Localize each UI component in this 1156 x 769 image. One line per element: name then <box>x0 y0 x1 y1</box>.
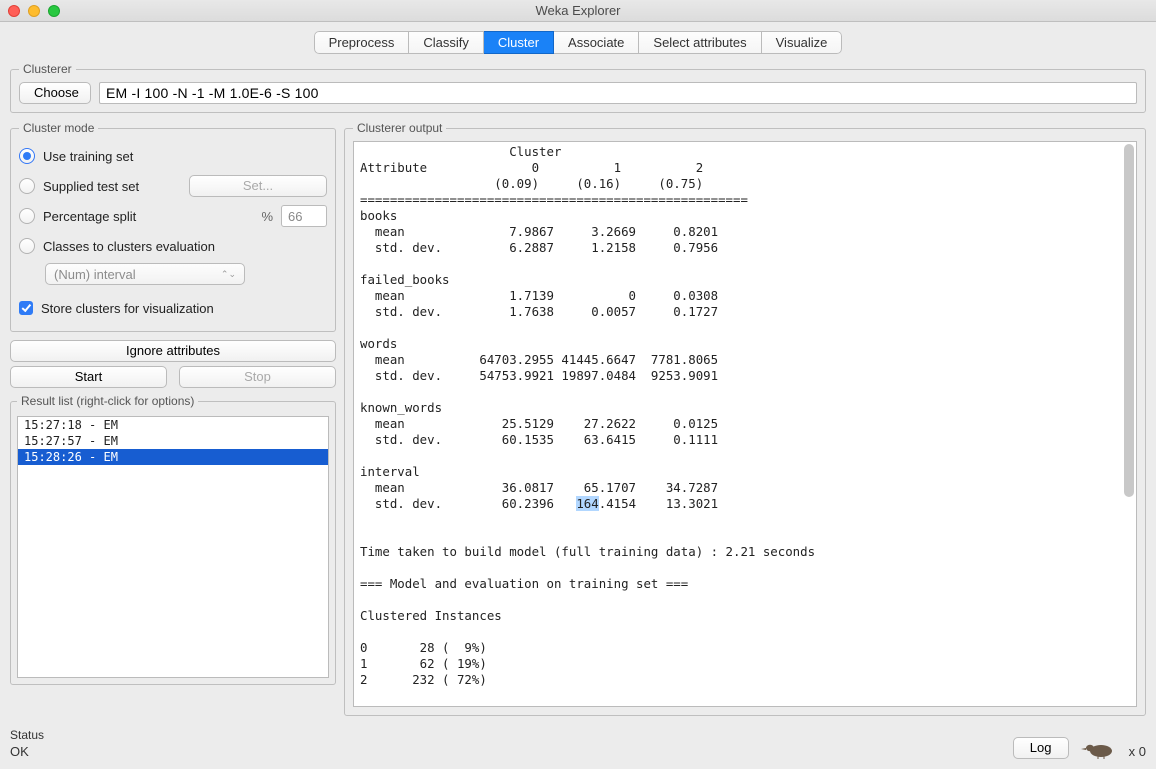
result-item[interactable]: 15:27:57 - EM <box>18 433 328 449</box>
radio-percentage-label: Percentage split <box>43 209 253 224</box>
ignore-attributes-button[interactable]: Ignore attributes <box>10 340 336 362</box>
radio-training-row[interactable]: Use training set <box>19 141 327 171</box>
radio-supplied[interactable] <box>19 178 35 194</box>
set-button: Set... <box>189 175 327 197</box>
percent-symbol: % <box>261 209 273 224</box>
task-count: x 0 <box>1129 744 1146 759</box>
cluster-mode-legend: Cluster mode <box>19 121 98 135</box>
tab-select-attributes[interactable]: Select attributes <box>639 31 761 54</box>
percentage-input <box>281 205 327 227</box>
result-list[interactable]: 15:27:18 - EM 15:27:57 - EM 15:28:26 - E… <box>17 416 329 678</box>
stop-button: Stop <box>179 366 336 388</box>
clusterer-output-text[interactable]: Cluster Attribute 0 1 2 (0.09) (0.16) (0… <box>353 141 1137 707</box>
radio-supplied-row[interactable]: Supplied test set Set... <box>19 171 327 201</box>
status-value: OK <box>10 744 1003 759</box>
radio-training[interactable] <box>19 148 35 164</box>
class-attribute-value: (Num) interval <box>54 267 136 282</box>
clusterer-panel: Clusterer Choose <box>10 62 1146 113</box>
chevron-updown-icon: ⌃⌄ <box>221 269 236 280</box>
radio-classes[interactable] <box>19 238 35 254</box>
tab-visualize[interactable]: Visualize <box>762 31 843 54</box>
window-title: Weka Explorer <box>0 3 1156 18</box>
clusterer-legend: Clusterer <box>19 62 76 76</box>
result-item[interactable]: 15:27:18 - EM <box>18 417 328 433</box>
radio-classes-row[interactable]: Classes to clusters evaluation <box>19 231 327 261</box>
store-clusters-label: Store clusters for visualization <box>41 301 214 316</box>
main-tabs: Preprocess Classify Cluster Associate Se… <box>0 22 1156 60</box>
radio-training-label: Use training set <box>43 149 133 164</box>
store-clusters-row[interactable]: Store clusters for visualization <box>19 293 327 323</box>
tab-preprocess[interactable]: Preprocess <box>314 31 410 54</box>
radio-classes-label: Classes to clusters evaluation <box>43 239 215 254</box>
radio-percentage[interactable] <box>19 208 35 224</box>
class-attribute-select: (Num) interval ⌃⌄ <box>45 263 245 285</box>
output-scrollbar[interactable] <box>1124 144 1134 704</box>
clusterer-output-legend: Clusterer output <box>353 121 446 135</box>
start-button[interactable]: Start <box>10 366 167 388</box>
result-list-panel: Result list (right-click for options) 15… <box>10 394 336 685</box>
radio-percentage-row[interactable]: Percentage split % <box>19 201 327 231</box>
cluster-mode-panel: Cluster mode Use training set Supplied t… <box>10 121 336 332</box>
tab-associate[interactable]: Associate <box>554 31 639 54</box>
result-item[interactable]: 15:28:26 - EM <box>18 449 328 465</box>
tab-classify[interactable]: Classify <box>409 31 484 54</box>
clusterer-options-input[interactable] <box>99 82 1137 104</box>
weka-bird-icon <box>1079 739 1119 759</box>
log-button[interactable]: Log <box>1013 737 1069 759</box>
status-legend: Status <box>10 728 1003 742</box>
status-bar: Status OK Log x 0 <box>10 728 1146 759</box>
tab-cluster[interactable]: Cluster <box>484 31 554 54</box>
window-titlebar: Weka Explorer <box>0 0 1156 22</box>
result-list-legend: Result list (right-click for options) <box>17 394 198 408</box>
store-clusters-checkbox[interactable] <box>19 301 33 315</box>
radio-supplied-label: Supplied test set <box>43 179 181 194</box>
choose-button[interactable]: Choose <box>19 82 91 104</box>
clusterer-output-panel: Clusterer output Cluster Attribute 0 1 2… <box>344 121 1146 716</box>
